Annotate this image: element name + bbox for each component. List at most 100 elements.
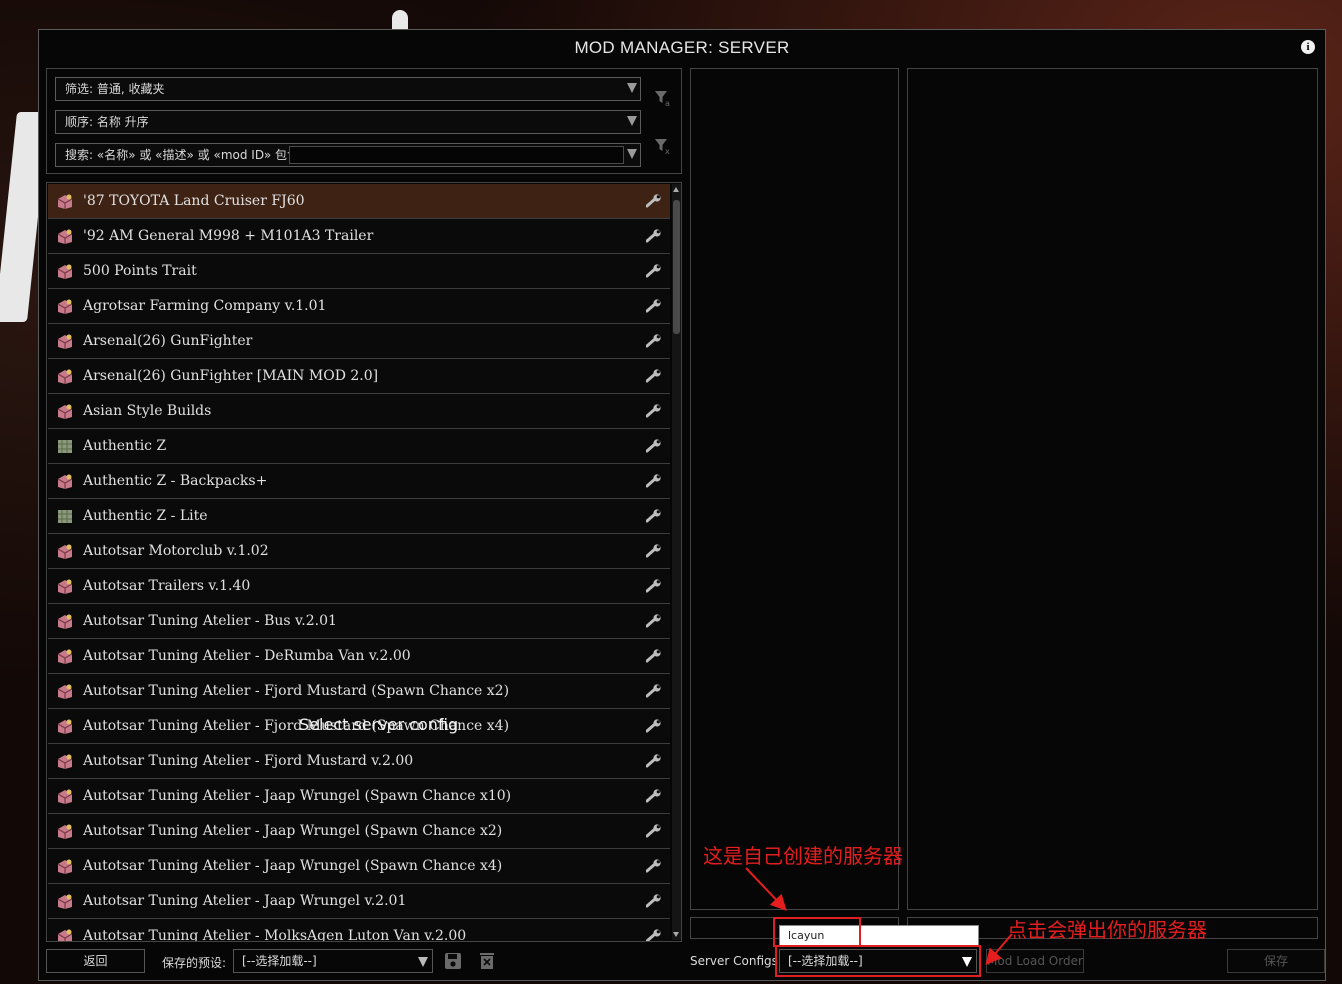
mod-name: Autotsar Motorclub v.1.02 xyxy=(83,543,269,559)
mod-list-item[interactable]: Authentic Z - Backpacks+ xyxy=(48,464,670,499)
scroll-up-icon[interactable] xyxy=(673,187,679,192)
vehicle-mod-icon xyxy=(57,859,73,874)
mod-manager-window: MOD MANAGER: SERVER i 筛选: 普通, 收藏夹 顺序: 名称… xyxy=(38,29,1326,981)
map-mod-icon xyxy=(58,510,72,523)
wrench-icon[interactable] xyxy=(646,369,662,383)
sort-order-dropdown[interactable]: 顺序: 名称 升序 xyxy=(55,110,641,134)
wrench-icon[interactable] xyxy=(646,439,662,453)
wrench-icon[interactable] xyxy=(646,929,662,942)
saved-presets-label: 保存的预设: xyxy=(162,956,227,970)
mod-name: Arsenal(26) GunFighter [MAIN MOD 2.0] xyxy=(83,368,379,384)
wrench-icon[interactable] xyxy=(646,509,662,523)
save-button[interactable]: 保存 xyxy=(1227,949,1325,973)
vehicle-mod-icon xyxy=(57,544,73,559)
mod-name: Autotsar Tuning Atelier - Jaap Wrungel (… xyxy=(83,788,512,804)
mod-list-item[interactable]: Autotsar Tuning Atelier - Bus v.2.01 xyxy=(48,604,670,639)
wrench-icon[interactable] xyxy=(646,229,662,243)
wrench-icon[interactable] xyxy=(646,824,662,838)
mod-list-item[interactable]: Autotsar Tuning Atelier - Fjord Mustard … xyxy=(48,674,670,709)
wrench-icon[interactable] xyxy=(646,649,662,663)
wrench-icon[interactable] xyxy=(646,614,662,628)
chevron-down-icon xyxy=(627,83,637,93)
vehicle-mod-icon xyxy=(57,894,73,909)
mod-name: 500 Points Trait xyxy=(83,263,197,279)
wrench-icon[interactable] xyxy=(646,789,662,803)
sort-order-label: 顺序: 名称 升序 xyxy=(65,115,149,129)
mod-list-item[interactable]: Arsenal(26) GunFighter xyxy=(48,324,670,359)
chevron-down-icon[interactable] xyxy=(627,149,637,159)
mod-list-item[interactable]: Asian Style Builds xyxy=(48,394,670,429)
background-watermark xyxy=(1094,85,1104,110)
filter-panel: 筛选: 普通, 收藏夹 顺序: 名称 升序 搜索: «名称» 或 «描述» 或 … xyxy=(46,68,682,174)
mod-name: Autotsar Tuning Atelier - Fjord Mustard … xyxy=(83,753,414,769)
vehicle-mod-icon xyxy=(57,789,73,804)
wrench-icon[interactable] xyxy=(646,194,662,208)
wrench-icon[interactable] xyxy=(646,544,662,558)
mod-list-item[interactable]: Autotsar Tuning Atelier - Jaap Wrungel v… xyxy=(48,884,670,919)
vehicle-mod-icon xyxy=(57,229,73,244)
wrench-icon[interactable] xyxy=(646,334,662,348)
mod-list-item[interactable]: '92 AM General M998 + M101A3 Trailer xyxy=(48,219,670,254)
mod-list-item[interactable]: Authentic Z - Lite xyxy=(48,499,670,534)
mod-list-item[interactable]: Autotsar Motorclub v.1.02 xyxy=(48,534,670,569)
wrench-icon[interactable] xyxy=(646,859,662,873)
mod-name: Autotsar Tuning Atelier - DeRumba Van v.… xyxy=(83,648,411,664)
vehicle-mod-icon xyxy=(57,614,73,629)
wrench-icon[interactable] xyxy=(646,754,662,768)
mod-name: Asian Style Builds xyxy=(83,403,212,419)
preset-dropdown[interactable]: [--选择加载--] xyxy=(233,949,433,973)
wrench-icon[interactable] xyxy=(646,404,662,418)
scroll-down-icon[interactable] xyxy=(673,932,679,937)
mod-name: Autotsar Trailers v.1.40 xyxy=(83,578,251,594)
mod-name: Arsenal(26) GunFighter xyxy=(83,333,253,349)
filter-clear-icon[interactable]: x xyxy=(653,136,673,156)
scrollbar-thumb[interactable] xyxy=(673,200,680,334)
mod-list-item[interactable]: Autotsar Tuning Atelier - DeRumba Van v.… xyxy=(48,639,670,674)
wrench-icon[interactable] xyxy=(646,299,662,313)
wrench-icon[interactable] xyxy=(646,719,662,733)
mod-list-scrollbar[interactable] xyxy=(672,184,681,940)
mod-info-panel xyxy=(907,68,1318,910)
mod-list-item[interactable]: '87 TOYOTA Land Cruiser FJ60 xyxy=(48,184,670,219)
svg-text:a: a xyxy=(665,99,670,108)
wrench-icon[interactable] xyxy=(646,894,662,908)
vehicle-mod-icon xyxy=(57,649,73,664)
mod-list-item[interactable]: Arsenal(26) GunFighter [MAIN MOD 2.0] xyxy=(48,359,670,394)
mod-list-item[interactable]: Autotsar Trailers v.1.40 xyxy=(48,569,670,604)
vehicle-mod-icon xyxy=(57,474,73,489)
mod-load-order-button[interactable]: Mod Load Order xyxy=(986,949,1084,973)
mod-list-item[interactable]: Authentic Z xyxy=(48,429,670,464)
back-button[interactable]: 返回 xyxy=(46,949,145,973)
mod-name: Autotsar Tuning Atelier - Fjord Mustard … xyxy=(83,683,510,699)
vehicle-mod-icon xyxy=(57,719,73,734)
mod-list-item[interactable]: Autotsar Tuning Atelier - Jaap Wrungel (… xyxy=(48,779,670,814)
mod-list-item[interactable]: Autotsar Tuning Atelier - Fjord Mustard … xyxy=(48,744,670,779)
wrench-icon[interactable] xyxy=(646,579,662,593)
server-configs-label: Server Configs: xyxy=(690,954,782,968)
mod-list-item[interactable]: Autotsar Tuning Atelier - Jaap Wrungel (… xyxy=(48,814,670,849)
vehicle-mod-icon xyxy=(57,194,73,209)
filter-dropdown[interactable]: 筛选: 普通, 收藏夹 xyxy=(55,77,641,101)
vehicle-mod-icon xyxy=(57,404,73,419)
mod-name: '87 TOYOTA Land Cruiser FJ60 xyxy=(83,193,305,209)
wrench-icon[interactable] xyxy=(646,474,662,488)
wrench-icon[interactable] xyxy=(646,684,662,698)
mod-list-item[interactable]: Autotsar Tuning Atelier - Jaap Wrungel (… xyxy=(48,849,670,884)
search-input[interactable] xyxy=(289,146,624,164)
delete-preset-icon[interactable] xyxy=(479,952,495,970)
search-bar: 搜索: «名称» 或 «描述» 或 «mod ID» 包含 xyxy=(55,143,641,167)
save-preset-icon[interactable] xyxy=(444,952,462,970)
vehicle-mod-icon xyxy=(57,369,73,384)
mod-list-item[interactable]: 500 Points Trait xyxy=(48,254,670,289)
info-icon[interactable]: i xyxy=(1301,40,1315,54)
mod-name: Autotsar Tuning Atelier - Jaap Wrungel (… xyxy=(83,823,503,839)
filter-apply-icon[interactable]: a xyxy=(653,88,673,108)
mod-list-item[interactable]: Agrotsar Farming Company v.1.01 xyxy=(48,289,670,324)
mod-list-item[interactable]: Autotsar Tuning Atelier - MolksAgen Luto… xyxy=(48,919,670,942)
vehicle-mod-icon xyxy=(57,299,73,314)
filter-dropdown-label: 筛选: 普通, 收藏夹 xyxy=(65,82,165,96)
wrench-icon[interactable] xyxy=(646,264,662,278)
vehicle-mod-icon xyxy=(57,579,73,594)
search-label: 搜索: «名称» 或 «描述» 或 «mod ID» 包含 xyxy=(65,148,300,162)
mod-name: Agrotsar Farming Company v.1.01 xyxy=(83,298,327,314)
